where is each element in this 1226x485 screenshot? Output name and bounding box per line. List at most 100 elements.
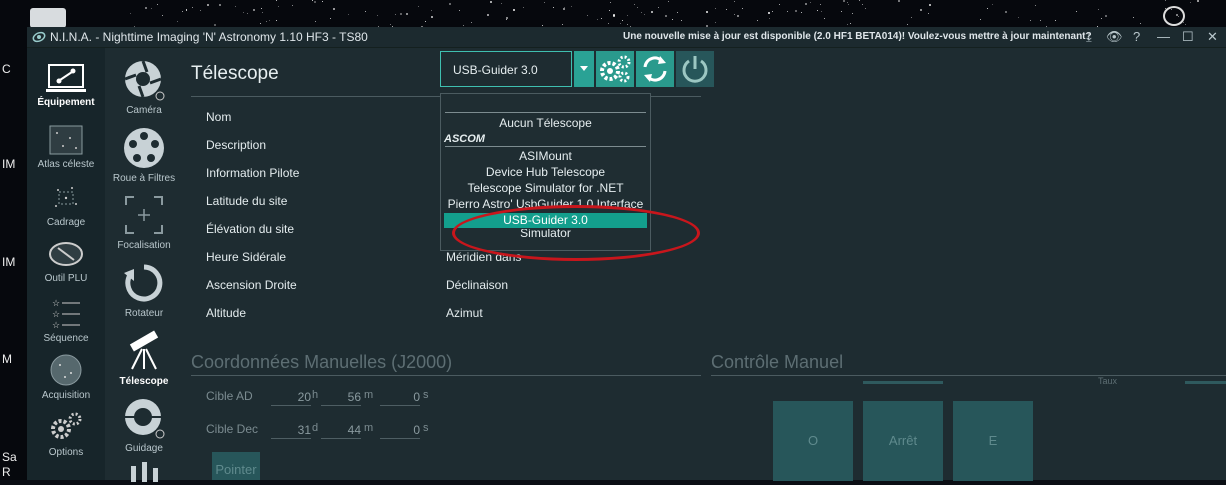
eye-icon[interactable]: 👁 (1106, 29, 1123, 45)
dropdown-item[interactable]: Device Hub Telescope (441, 165, 650, 180)
nav-sky-atlas[interactable]: Atlas céleste (27, 124, 105, 170)
star (841, 10, 843, 12)
close-icon[interactable]: ✕ (1207, 29, 1218, 45)
maximize-icon[interactable]: ☐ (1182, 29, 1194, 45)
nav-equipment[interactable]: Équipement (27, 64, 105, 108)
nav-imaging[interactable]: Acquisition (27, 353, 105, 401)
nina-window: N.I.N.A. - Nighttime Imaging 'N' Astrono… (27, 27, 1226, 482)
dec-seconds-input[interactable]: 0 (380, 422, 420, 439)
connect-button[interactable] (676, 51, 714, 87)
download-icon[interactable]: ⤓ (1086, 29, 1092, 45)
title-bar[interactable]: N.I.N.A. - Nighttime Imaging 'N' Astrono… (27, 27, 1226, 48)
star (848, 4, 850, 6)
star (252, 8, 255, 11)
recycle-bin-icon[interactable] (30, 8, 66, 28)
minimize-icon[interactable]: — (1157, 29, 1170, 45)
star (235, 5, 237, 7)
telescope-device-select[interactable]: USB-Guider 3.0 (440, 51, 572, 87)
nav-more[interactable] (105, 462, 183, 485)
help-icon[interactable]: ? (1133, 29, 1140, 45)
nav-filter-wheel[interactable]: Roue à Filtres (105, 126, 183, 184)
star (260, 22, 262, 24)
nav-focuser[interactable]: Focalisation (105, 193, 183, 251)
info-label: Altitude (206, 306, 247, 320)
dec-label: Cible Dec (206, 422, 259, 436)
nav-options[interactable]: Options (27, 410, 105, 458)
star (805, 2, 808, 5)
stop-button[interactable]: Arrêt (863, 401, 943, 481)
chevron-down-icon[interactable] (574, 51, 594, 87)
star (390, 23, 392, 25)
nav-camera[interactable]: Caméra (105, 58, 183, 116)
star (1075, 11, 1077, 13)
nav-rotator[interactable]: Rotateur (105, 261, 183, 319)
nav-guider[interactable]: Guidage (105, 396, 183, 454)
star (741, 7, 743, 9)
nav-label: Caméra (126, 105, 162, 116)
nav-label: Acquisition (41, 390, 91, 401)
dropdown-item-none[interactable]: Aucun Télescope (441, 116, 650, 131)
star (313, 1, 316, 3)
star (824, 17, 826, 19)
star (156, 4, 158, 6)
star (897, 0, 900, 3)
setup-button[interactable] (596, 51, 634, 87)
unit-label: d (312, 422, 319, 434)
star (864, 7, 866, 9)
star (1189, 2, 1191, 4)
dropdown-item[interactable]: Telescope Simulator for .NET (441, 181, 650, 196)
star (278, 6, 280, 8)
rate-slider[interactable] (863, 381, 943, 384)
star (787, 10, 789, 12)
star (431, 15, 434, 18)
star (406, 12, 409, 15)
star (779, 3, 781, 5)
update-notice[interactable]: Une nouvelle mise à jour est disponible … (623, 31, 1092, 42)
west-button[interactable]: O (773, 401, 853, 481)
slew-button[interactable]: Pointer (212, 452, 260, 480)
star (622, 19, 624, 21)
star (430, 9, 432, 11)
star (757, 20, 759, 22)
ra-hours-input[interactable]: 20 (271, 389, 311, 406)
nav-label: Options (48, 447, 84, 458)
unit-label: h (312, 389, 319, 401)
nav-sequence[interactable]: ☆ ☆ ☆ Séquence (27, 296, 105, 344)
star (862, 4, 864, 6)
nav-flat-wizard[interactable]: Outil PLU (27, 240, 105, 284)
dec-degrees-input[interactable]: 31 (271, 422, 311, 439)
rate-slider-end (1185, 381, 1226, 384)
ra-minutes-input[interactable]: 56 (321, 389, 361, 406)
refresh-button[interactable] (636, 51, 674, 87)
desktop-gadget-icon[interactable] (1163, 6, 1185, 26)
dec-minutes-input[interactable]: 44 (321, 422, 361, 439)
ra-seconds-input[interactable]: 0 (380, 389, 420, 406)
nav-label: Télescope (119, 376, 169, 387)
star (677, 11, 679, 13)
info-label: Élévation du site (206, 222, 295, 236)
info-label: Ascension Droite (206, 278, 297, 292)
dropdown-group-header: ASCOM (444, 133, 485, 145)
dropdown-item[interactable]: ASIMount (441, 149, 650, 164)
star (726, 8, 728, 10)
power-icon (682, 56, 708, 83)
star (268, 19, 270, 21)
unit-label: s (423, 422, 429, 434)
flat-wizard-icon (49, 242, 83, 266)
framing-icon (55, 187, 77, 207)
nav-label: Outil PLU (44, 273, 88, 284)
nav-telescope[interactable]: Télescope (105, 329, 183, 387)
star (1040, 20, 1042, 22)
star (810, 2, 812, 4)
rotator-icon (124, 264, 163, 302)
star (772, 11, 774, 13)
manual-control-title: Contrôle Manuel (711, 352, 844, 372)
nav-framing[interactable]: Cadrage (27, 182, 105, 228)
info-label: Nom (206, 110, 232, 124)
east-button[interactable]: E (953, 401, 1033, 481)
star (260, 8, 262, 10)
nav-label: Focalisation (117, 240, 171, 251)
telescope-icon (129, 330, 159, 370)
refresh-icon (643, 56, 667, 82)
nav-label: Roue à Filtres (112, 173, 176, 184)
